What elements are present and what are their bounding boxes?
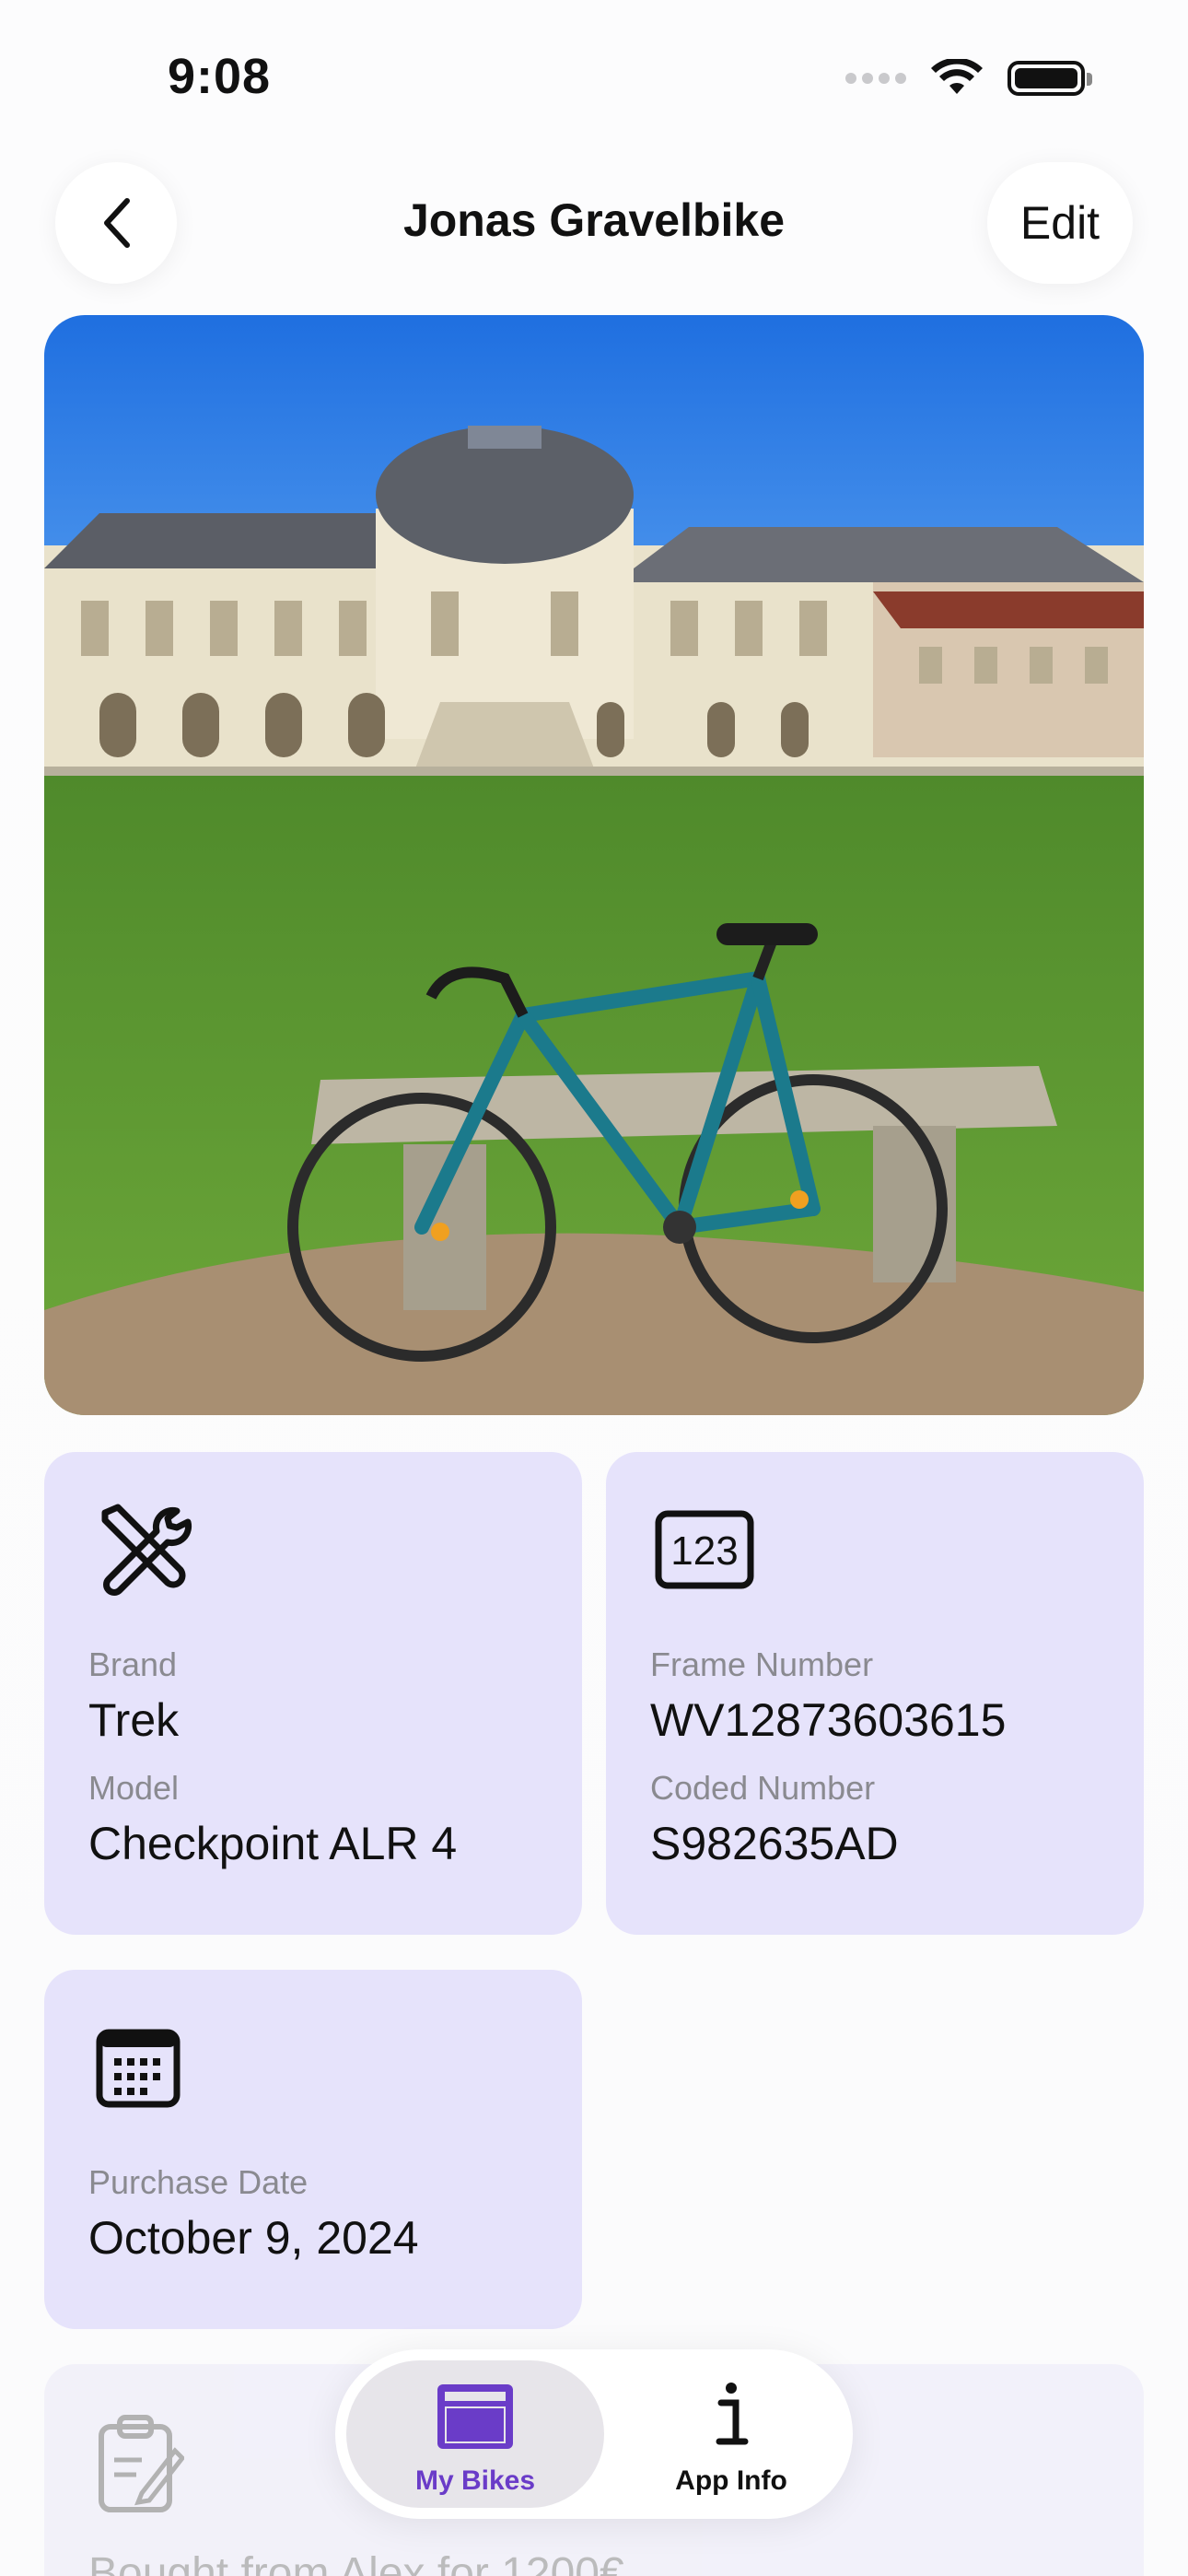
clipboard-pencil-icon xyxy=(99,2415,184,2512)
bike-photo xyxy=(44,315,1144,1415)
calendar-icon xyxy=(96,2029,181,2108)
wifi-icon xyxy=(931,59,983,94)
model-value: Checkpoint ALR 4 xyxy=(88,1818,458,1869)
battery-icon xyxy=(1007,61,1092,96)
tab-bar: My Bikes App Info xyxy=(335,2349,853,2519)
coded-number-value: S982635AD xyxy=(650,1818,899,1869)
number-123-icon: 123 xyxy=(655,1510,754,1589)
purchase-date-card[interactable]: Purchase Date October 9, 2024 xyxy=(44,1970,582,2329)
status-icons xyxy=(845,59,1092,98)
purchase-date-label: Purchase Date xyxy=(88,2163,309,2201)
tab-app-info-label: App Info xyxy=(675,2465,787,2496)
purchase-date-value: October 9, 2024 xyxy=(88,2212,419,2264)
bike-detail-screen: 9:08 Jonas Gravelbike Edit Brand Trek Mo… xyxy=(0,0,1188,2576)
status-time: 9:08 xyxy=(168,49,272,104)
coded-number-label: Coded Number xyxy=(650,1769,876,1807)
tab-app-info[interactable]: App Info xyxy=(602,2360,860,2508)
brand-value: Trek xyxy=(88,1694,180,1746)
info-icon xyxy=(716,2383,749,2445)
cellular-signal-icon xyxy=(845,73,906,84)
edit-button[interactable]: Edit xyxy=(987,162,1133,284)
tab-my-bikes[interactable]: My Bikes xyxy=(346,2360,604,2508)
svg-text:123: 123 xyxy=(670,1528,738,1574)
model-label: Model xyxy=(88,1769,180,1807)
frame-number-card[interactable]: 123 Frame Number WV12873603615 Coded Num… xyxy=(606,1452,1144,1935)
brand-label: Brand xyxy=(88,1645,178,1683)
frame-number-label: Frame Number xyxy=(650,1645,874,1683)
garage-icon xyxy=(437,2384,513,2449)
tab-my-bikes-label: My Bikes xyxy=(414,2465,536,2496)
brand-model-card[interactable]: Brand Trek Model Checkpoint ALR 4 xyxy=(44,1452,582,1935)
notes-text: Bought from Alex for 1200€ xyxy=(88,2549,624,2576)
frame-number-value: WV12873603615 xyxy=(650,1694,1007,1746)
wrench-screwdriver-icon xyxy=(101,1504,192,1596)
